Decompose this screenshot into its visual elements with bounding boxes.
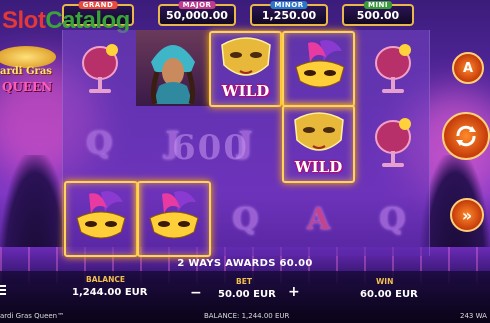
autoplay-label: A <box>462 60 474 76</box>
win-label: WIN <box>376 277 394 286</box>
minus-icon: − <box>190 285 202 301</box>
cocktail-symbol <box>63 32 136 106</box>
bet-value: 50.00 EUR <box>218 289 276 300</box>
footer-ways: 243 WA <box>460 312 487 320</box>
spin-arrows-icon <box>456 125 476 147</box>
bet-label: BET <box>236 277 252 286</box>
queen-portrait-icon <box>150 45 195 104</box>
cocktail-symbol <box>356 32 429 106</box>
cocktail-icon <box>374 44 411 93</box>
win-frame <box>64 181 138 257</box>
jackpot-minor-name: MINOR <box>270 1 308 9</box>
letter-q-symbol: Q <box>356 182 429 256</box>
bottom-bar: BALANCE 1,244.00 EUR − BET 50.00 EUR + W… <box>0 271 490 323</box>
footer-game-name: ardi Gras Queen™ <box>0 312 65 320</box>
symbol-letter: Q <box>232 201 259 237</box>
jackpot-minor-value: 1,250.00 <box>261 9 317 22</box>
balance-value: 1,244.00 EUR <box>72 287 148 298</box>
plus-icon: + <box>288 284 300 300</box>
symbol-letter: Q <box>86 125 113 161</box>
turbo-label: » <box>461 205 473 225</box>
win-frame <box>282 105 355 183</box>
cocktail-symbol <box>356 106 429 180</box>
logo-line2: QUEEN <box>2 80 53 94</box>
balance-label: BALANCE <box>86 275 126 284</box>
jackpot-major-value: 50,000.00 <box>166 9 228 22</box>
bet-decrease-button[interactable]: − <box>190 285 202 301</box>
logo-line1: ardi Gras <box>0 66 52 77</box>
watermark-part1: Slot <box>2 7 46 34</box>
win-value: 60.00 EUR <box>360 289 418 300</box>
letter-q-symbol: Q <box>209 182 282 256</box>
win-line-text: 2 WAYS AWARDS 60.00 <box>177 258 313 269</box>
bet-increase-button[interactable]: + <box>288 284 300 300</box>
menu-icon[interactable] <box>0 283 6 295</box>
spin-button[interactable] <box>442 112 490 160</box>
symbol-letter: Q <box>379 201 406 237</box>
jackpot-minor: MINOR 1,250.00 <box>250 1 328 26</box>
turbo-button[interactable]: » <box>450 198 484 232</box>
jackpot-major-name: MAJOR <box>178 1 216 9</box>
jackpot-major: MAJOR 50,000.00 <box>158 1 236 26</box>
letter-a-symbol: A <box>282 182 355 256</box>
autoplay-button[interactable]: A <box>452 52 484 84</box>
jackpot-mini-name: MINI <box>363 1 393 9</box>
queen-symbol <box>136 30 209 106</box>
jackpot-mini: MINI 500.00 <box>342 1 414 26</box>
footer-balance: BALANCE: 1,244.00 EUR <box>204 312 290 320</box>
symbol-letter: A <box>306 201 331 237</box>
logo-gem <box>0 46 56 68</box>
win-frame <box>282 31 355 107</box>
win-frame <box>209 31 282 107</box>
win-amount-overlay: 600 <box>172 128 249 168</box>
cocktail-icon <box>81 44 118 93</box>
game-screen: ardi Gras QUEEN GRAND MAJOR 50,000.00 MI… <box>0 0 490 323</box>
win-frame <box>137 181 211 257</box>
cocktail-icon <box>374 118 411 167</box>
letter-q-symbol: Q <box>63 106 136 180</box>
jackpot-mini-value: 500.00 <box>356 9 400 22</box>
game-logo: ardi Gras QUEEN <box>0 46 64 110</box>
